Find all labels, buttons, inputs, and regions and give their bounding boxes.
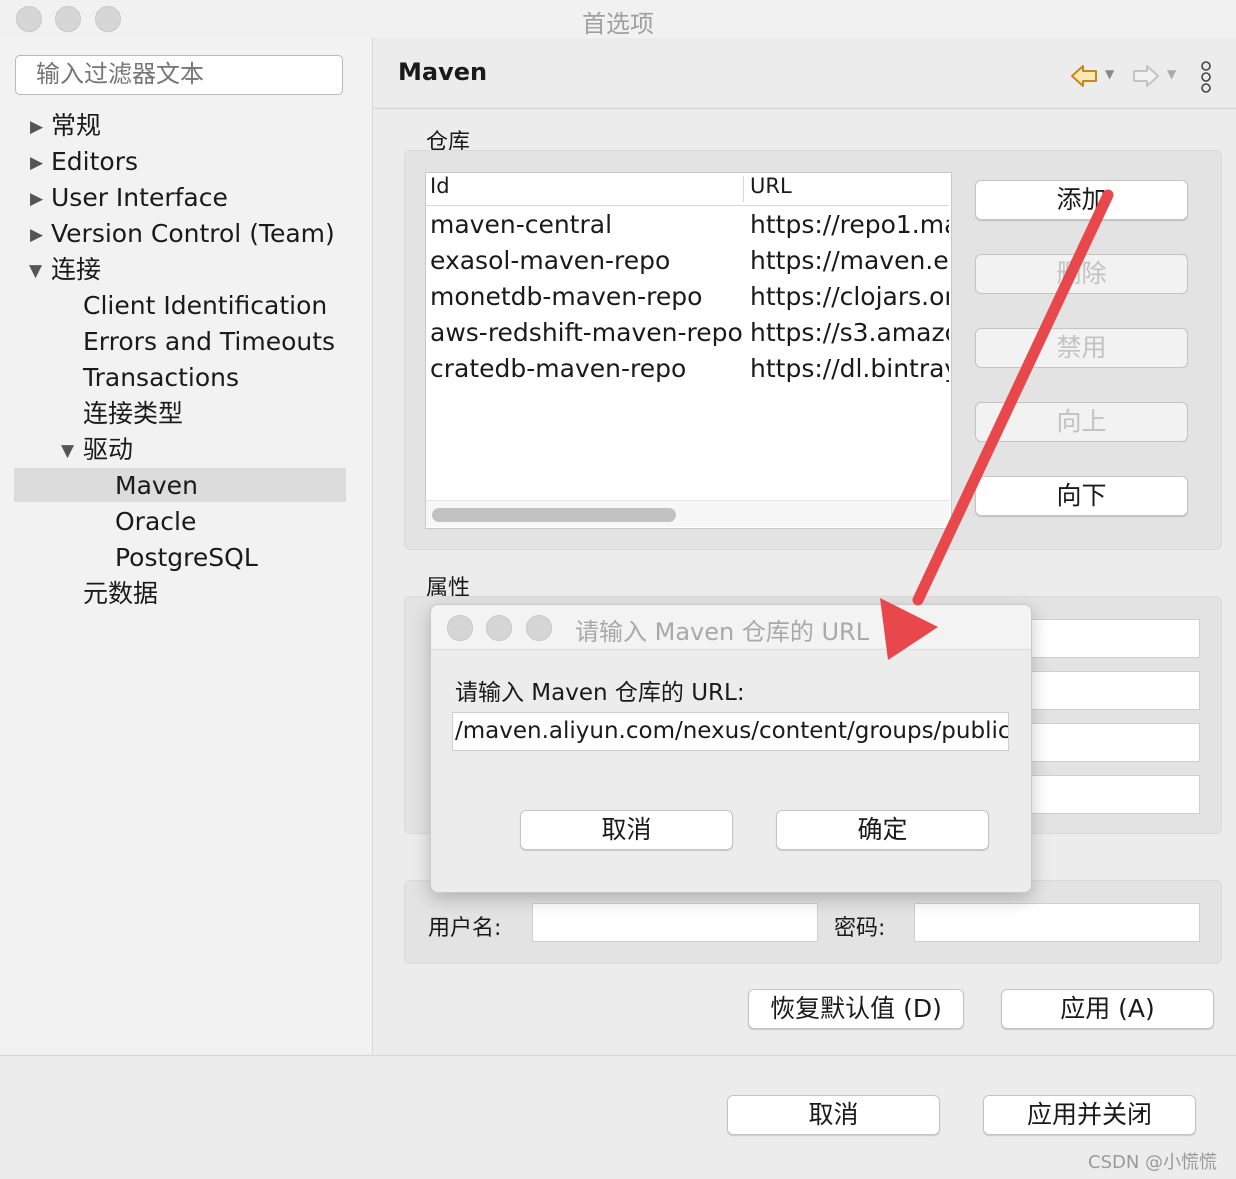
tree-item-connection-types[interactable]: 连接类型 [83, 396, 183, 432]
horizontal-scrollbar-thumb[interactable] [432, 508, 676, 522]
restore-defaults-button[interactable]: 恢复默认值 (D) [748, 989, 964, 1029]
password-label: 密码: [834, 916, 886, 941]
repo-row-id[interactable]: exasol-maven-repo [430, 246, 742, 275]
filter-input[interactable] [15, 55, 343, 95]
forward-menu-chevron-icon[interactable]: ▼ [1167, 67, 1176, 81]
column-header-id[interactable]: Id [430, 174, 450, 198]
tree-item-errors-timeouts[interactable]: Errors and Timeouts [83, 324, 335, 360]
dialog-ok-button[interactable]: 确定 [776, 810, 989, 850]
tree-item-metadata[interactable]: 元数据 [83, 576, 158, 612]
repo-row-id[interactable]: maven-central [430, 210, 742, 239]
add-button[interactable]: 添加 [975, 180, 1188, 220]
apply-and-close-button[interactable]: 应用并关闭 [983, 1095, 1196, 1135]
tree-item-editors[interactable]: Editors [51, 144, 138, 180]
tree-item-user-interface[interactable]: User Interface [51, 180, 228, 216]
username-input[interactable] [532, 903, 818, 942]
cancel-button[interactable]: 取消 [727, 1095, 940, 1135]
password-input[interactable] [914, 903, 1200, 942]
dialog-title: 请输入 Maven 仓库的 URL [575, 618, 870, 646]
tree-item-drivers[interactable]: 驱动 [83, 432, 133, 468]
repo-row-id[interactable]: cratedb-maven-repo [430, 354, 742, 383]
dialog-prompt: 请输入 Maven 仓库的 URL: [455, 680, 745, 706]
watermark: CSDN @小慌慌 [1088, 1152, 1218, 1173]
dialog-minimize-button[interactable] [486, 615, 512, 641]
tree-item-general[interactable]: 常规 [51, 108, 101, 144]
repo-row-url[interactable]: https://maven.ex [750, 246, 949, 275]
repo-row-url[interactable]: https://s3.amazo [750, 318, 949, 347]
tree-item-oracle[interactable]: Oracle [115, 504, 196, 540]
repo-row-id[interactable]: monetdb-maven-repo [430, 282, 742, 311]
expand-triangle-icon[interactable]: ▶ [30, 117, 43, 137]
dialog-cancel-button[interactable]: 取消 [520, 810, 733, 850]
table-header-divider [426, 205, 949, 206]
tree-item-connections[interactable]: 连接 [51, 252, 101, 288]
collapse-triangle-icon[interactable]: ▼ [61, 441, 74, 461]
url-input-value: /maven.aliyun.com/nexus/content/groups/p… [455, 718, 1009, 744]
expand-triangle-icon[interactable]: ▶ [30, 153, 43, 173]
repo-row-url[interactable]: https://dl.bintray [750, 354, 949, 383]
url-input[interactable]: /maven.aliyun.com/nexus/content/groups/p… [452, 712, 1009, 751]
tree-item-version-control[interactable]: Version Control (Team) [51, 216, 335, 252]
window-titlebar: 首选项 [0, 0, 1236, 38]
back-arrow-icon[interactable] [1070, 62, 1098, 90]
column-divider[interactable] [743, 176, 744, 202]
repo-row-url[interactable]: https://clojars.or [750, 282, 949, 311]
move-up-button[interactable]: 向上 [975, 402, 1188, 442]
dialog-titlebar: 请输入 Maven 仓库的 URL [431, 605, 1031, 650]
repo-row-url[interactable]: https://repo1.ma [750, 210, 949, 239]
forward-arrow-icon[interactable] [1132, 62, 1160, 90]
dialog-zoom-button[interactable] [526, 615, 552, 641]
more-options-icon[interactable] [1198, 60, 1214, 94]
tree-item-maven[interactable]: Maven [115, 468, 198, 504]
username-label: 用户名: [428, 916, 502, 941]
column-header-url[interactable]: URL [750, 174, 792, 198]
title-divider [373, 108, 1236, 109]
repo-row-id[interactable]: aws-redshift-maven-repo [430, 318, 742, 347]
page-title: Maven [398, 58, 488, 86]
disable-button[interactable]: 禁用 [975, 328, 1188, 368]
expand-triangle-icon[interactable]: ▶ [30, 189, 43, 209]
window-title: 首选项 [582, 10, 654, 38]
tree-item-transactions[interactable]: Transactions [83, 360, 239, 396]
url-input-dialog: 请输入 Maven 仓库的 URL 请输入 Maven 仓库的 URL: /ma… [430, 604, 1032, 893]
delete-button[interactable]: 删除 [975, 254, 1188, 294]
apply-button[interactable]: 应用 (A) [1001, 989, 1214, 1029]
expand-triangle-icon[interactable]: ▶ [30, 225, 43, 245]
tree-item-postgresql[interactable]: PostgreSQL [115, 540, 258, 576]
collapse-triangle-icon[interactable]: ▼ [29, 261, 42, 281]
dialog-close-button[interactable] [447, 615, 473, 641]
tree-item-client-identification[interactable]: Client Identification [83, 288, 327, 324]
move-down-button[interactable]: 向下 [975, 476, 1188, 516]
back-menu-chevron-icon[interactable]: ▼ [1105, 67, 1114, 81]
